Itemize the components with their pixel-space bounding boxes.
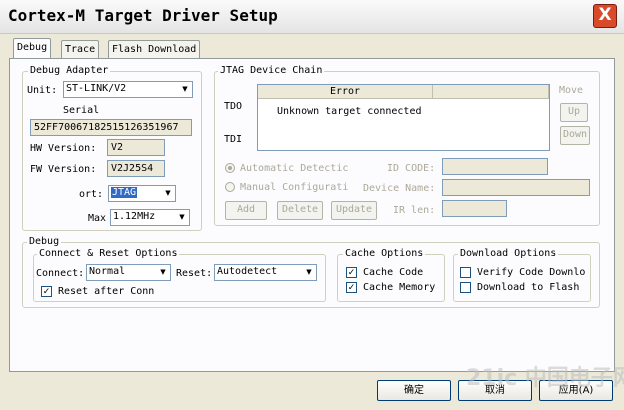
device-name-label: Device Name: (363, 183, 436, 194)
id-code-label: ID CODE: (387, 163, 436, 174)
verify-code-download-checkbox[interactable] (460, 267, 471, 278)
close-icon: X (598, 5, 612, 25)
unit-dropdown[interactable]: ST-LINK/V2 ▼ (63, 81, 193, 98)
serial-label: Serial (63, 105, 100, 116)
tab-trace[interactable]: Trace (61, 40, 100, 59)
tab-flash-download[interactable]: Flash Download (108, 40, 201, 59)
list-header-error: Error (258, 85, 433, 99)
move-down-button[interactable]: Down (560, 126, 590, 145)
download-options-label: Download Options (458, 248, 559, 260)
jtag-device-chain-label: JTAG Device Chain (218, 65, 325, 77)
cache-memory-checkbox[interactable]: ✓ (346, 282, 357, 293)
chevron-down-icon: ▼ (178, 82, 192, 97)
max-clock-value: 1.12MHz (113, 211, 156, 222)
connect-reset-label: Connect & Reset Options (37, 248, 180, 260)
unit-label: Unit: (27, 85, 58, 96)
port-label: ort: (79, 189, 104, 200)
connect-dropdown[interactable]: Normal ▼ (86, 264, 171, 281)
download-to-flash-checkbox[interactable] (460, 282, 471, 293)
ir-len-field[interactable] (442, 200, 507, 217)
hw-version-label: HW Version: (30, 143, 97, 154)
reset-after-connect-checkbox[interactable]: ✓ (41, 286, 52, 297)
list-item[interactable]: Unknown target connected (277, 105, 422, 118)
fw-version-field: V2J25S4 (107, 160, 165, 177)
window-title: Cortex-M Target Driver Setup (8, 6, 278, 25)
download-to-flash-label: Download to Flash (477, 282, 580, 293)
ok-button[interactable]: 确定 (377, 380, 451, 401)
add-button[interactable]: Add (225, 201, 267, 220)
manual-configuration-radio[interactable] (225, 182, 235, 192)
connect-value: Normal (89, 266, 126, 277)
move-label: Move (559, 85, 584, 96)
debug-group-label: Debug (27, 236, 62, 248)
automatic-detection-radio[interactable] (225, 163, 235, 173)
ir-len-label: IR len: (393, 205, 436, 216)
jtag-chain-list[interactable]: Error Unknown target connected (257, 84, 550, 151)
connect-label: Connect: (36, 268, 85, 279)
port-value: JTAG (111, 187, 138, 198)
move-up-button[interactable]: Up (560, 103, 588, 122)
id-code-field[interactable] (442, 158, 548, 175)
hw-version-field: V2 (107, 139, 165, 156)
port-dropdown[interactable]: JTAG ▼ (108, 185, 176, 202)
serial-field: 52FF70067182515126351967 (30, 119, 192, 136)
tab-debug[interactable]: Debug (13, 38, 52, 59)
check-icon: ✓ (347, 268, 356, 278)
manual-configuration-label: Manual Configurati (240, 182, 349, 193)
device-name-field[interactable] (442, 179, 590, 196)
verify-code-download-label: Verify Code Downlo (477, 267, 586, 278)
automatic-detection-label: Automatic Detectic (240, 163, 349, 174)
max-clock-label: Max (88, 213, 107, 224)
chevron-down-icon: ▼ (161, 186, 175, 201)
unit-value: ST-LINK/V2 (66, 83, 127, 94)
chevron-down-icon: ▼ (302, 265, 316, 280)
tdo-label: TDO (224, 101, 243, 112)
check-icon: ✓ (42, 287, 51, 297)
cache-code-checkbox[interactable]: ✓ (346, 267, 357, 278)
cache-memory-label: Cache Memory (363, 282, 436, 293)
reset-after-connect-label: Reset after Conn (58, 286, 155, 297)
check-icon: ✓ (347, 283, 356, 293)
max-clock-dropdown[interactable]: 1.12MHz ▼ (110, 209, 190, 226)
delete-button[interactable]: Delete (277, 201, 323, 220)
update-button[interactable]: Update (331, 201, 377, 220)
watermark: 21ic 中国电子网 (466, 366, 624, 391)
debug-adapter-label: Debug Adapter (28, 65, 111, 77)
reset-label: Reset: (176, 268, 213, 279)
fw-version-label: FW Version: (30, 164, 97, 175)
chevron-down-icon: ▼ (175, 210, 189, 225)
list-header-empty (433, 85, 549, 99)
chevron-down-icon: ▼ (156, 265, 170, 280)
reset-dropdown[interactable]: Autodetect ▼ (214, 264, 317, 281)
cache-code-label: Cache Code (363, 267, 424, 278)
cache-options-label: Cache Options (343, 248, 426, 260)
close-button[interactable]: X (593, 4, 617, 28)
reset-value: Autodetect (217, 266, 278, 277)
tdi-label: TDI (224, 134, 243, 145)
